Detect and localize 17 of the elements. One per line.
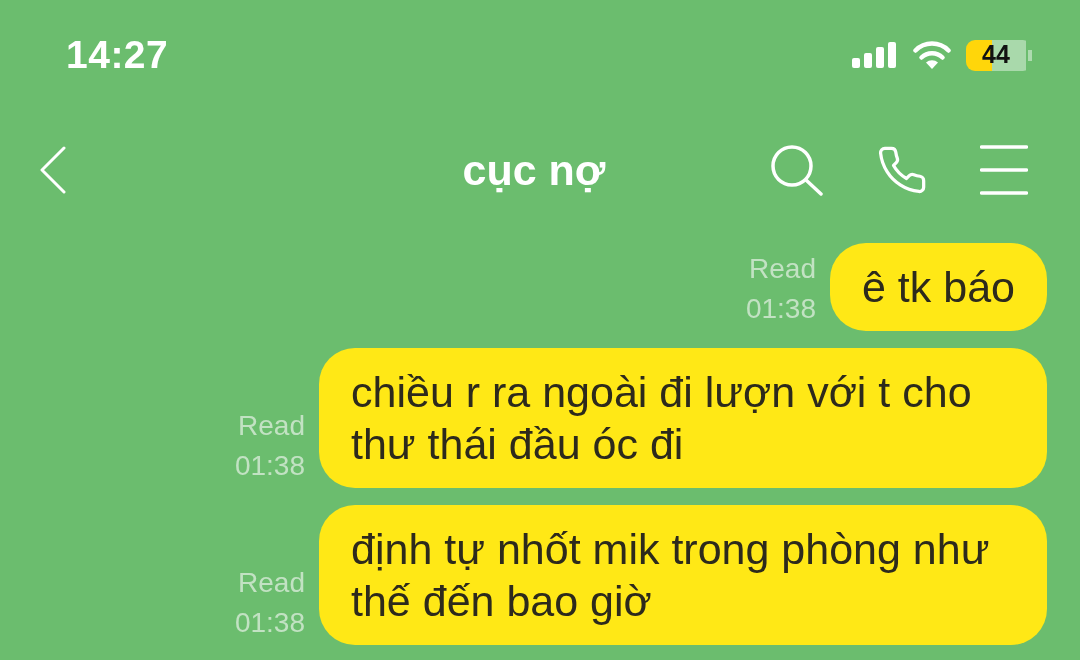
message-time: 01:38 (234, 449, 305, 483)
read-receipt: Read (749, 252, 816, 286)
message-time: 01:38 (745, 292, 816, 326)
chat-title: cục nợ (462, 144, 606, 196)
wifi-icon (913, 41, 951, 69)
read-receipt: Read (238, 566, 305, 600)
status-time: 14:27 (66, 31, 169, 78)
read-receipt: Read (238, 409, 305, 443)
message-time: 01:38 (234, 606, 305, 640)
search-icon[interactable] (770, 144, 824, 196)
signal-icon (852, 42, 898, 68)
back-icon[interactable] (40, 146, 66, 194)
phone-icon[interactable] (876, 144, 928, 196)
menu-icon[interactable] (980, 145, 1028, 195)
message-bubble: ê tk báo (830, 243, 1047, 331)
message-bubble: chiều r ra ngoài đi lượn với t cho thư thái đầu óc đi (319, 348, 1047, 488)
message-bubble: định tự nhốt mik trong phòng như thế đến bao giờ (319, 505, 1047, 645)
